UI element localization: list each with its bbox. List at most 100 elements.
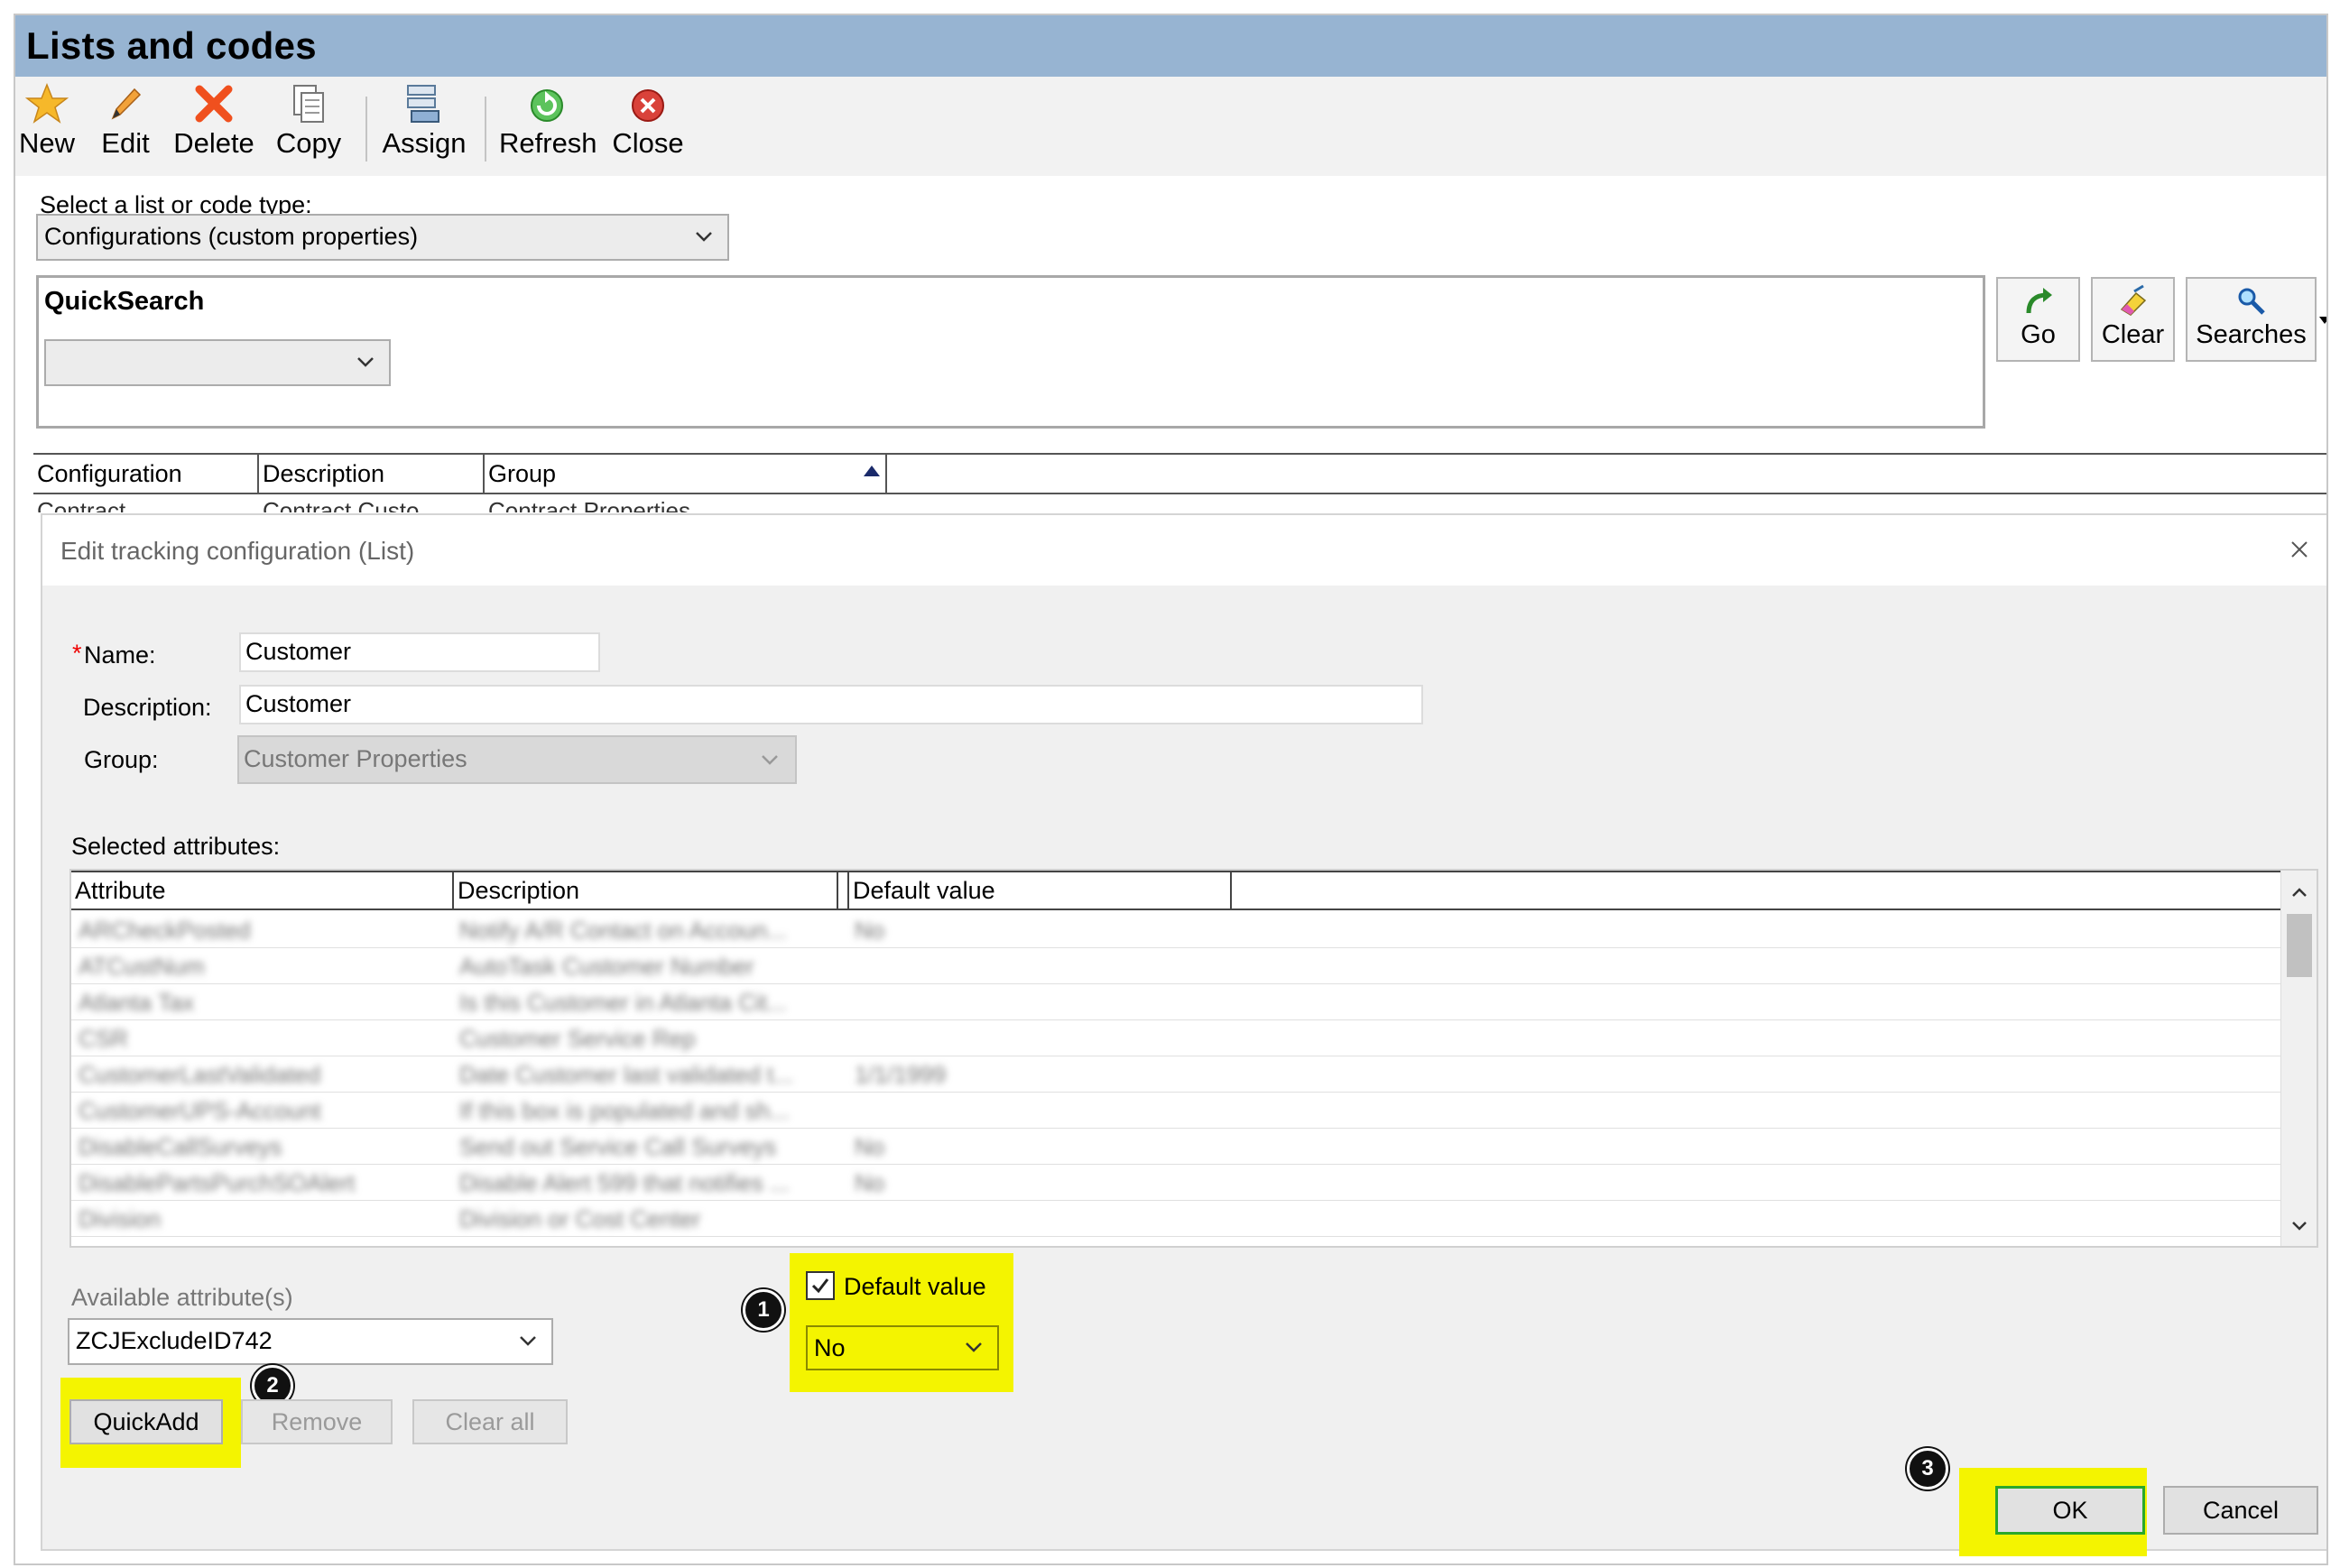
edit-button[interactable]: Edit [98, 82, 153, 172]
copy-button[interactable]: Copy [268, 82, 349, 172]
chevron-up-icon[interactable] [2289, 881, 2310, 903]
toolbar-separator [485, 97, 486, 161]
grid-row-peek: Contract Properties [488, 497, 690, 512]
delete-button[interactable]: Delete [169, 82, 259, 172]
toolbar: New Edit Delete Copy Assign Refresh Clos… [15, 77, 2326, 176]
selected-attributes-grid: Attribute Description Default value ARCh… [69, 869, 2318, 1248]
edit-tracking-configuration-dialog: Edit tracking configuration (List) * Nam… [41, 513, 2326, 1556]
attribute-default-cell: Disabled [855, 1237, 1107, 1246]
searches-label: Searches [2196, 320, 2307, 349]
attribute-cell: EMC Toner Level Alert [79, 1237, 439, 1246]
default-value-select-value: No [814, 1334, 846, 1361]
default-value-select[interactable]: No [806, 1325, 999, 1370]
assign-icon [407, 85, 439, 123]
go-arrow-icon [2026, 288, 2052, 314]
quicksearch-select[interactable] [44, 339, 391, 386]
attribute-row[interactable]: ATCustNum AutoTask Customer Number [71, 948, 2282, 984]
close-button[interactable]: Close [611, 82, 685, 172]
close-icon[interactable] [2281, 531, 2317, 567]
quickadd-button[interactable]: QuickAdd [69, 1399, 223, 1444]
column-configuration[interactable]: Configuration [33, 455, 259, 493]
go-label: Go [2021, 320, 2056, 349]
description-label: Description: [83, 694, 212, 721]
copy-icon [293, 85, 324, 123]
column-attribute[interactable]: Attribute [71, 872, 454, 909]
column-resize-handle[interactable] [838, 872, 849, 909]
attribute-cell: CustomerUPS-Account [79, 1097, 321, 1124]
configuration-grid-header: Configuration Description Group [33, 453, 2326, 494]
name-field[interactable]: Customer [239, 632, 600, 672]
scrollbar-thumb[interactable] [2287, 914, 2312, 977]
attribute-cell: Atlanta Tax [79, 989, 195, 1016]
attribute-description-cell: Send out Service Call Surveys [459, 1133, 777, 1160]
attribute-row[interactable]: Division Division or Cost Center [71, 1201, 2282, 1237]
edit-label: Edit [101, 127, 150, 159]
available-attributes-label: Available attribute(s) [71, 1284, 293, 1311]
attribute-row[interactable]: DisableCallSurveys Send out Service Call … [71, 1129, 2282, 1165]
attribute-default-cell: 1/1/1999 [855, 1061, 947, 1088]
cancel-button[interactable]: Cancel [2163, 1486, 2318, 1535]
go-button[interactable]: Go [1996, 277, 2080, 362]
chevron-down-icon [966, 1342, 982, 1352]
attribute-cell: ATCustNum [79, 953, 205, 980]
available-attributes-select[interactable]: ZCJExcludeID742 [68, 1318, 553, 1365]
attribute-row[interactable]: CustomerUPS-Account If this box is popula… [71, 1093, 2282, 1129]
assign-label: Assign [382, 127, 467, 159]
star-icon [25, 82, 69, 124]
group-value: Customer Properties [244, 745, 467, 772]
description-field[interactable]: Customer [239, 685, 1423, 724]
searches-button[interactable]: Searches [2186, 277, 2317, 362]
checkmark-icon [811, 1278, 829, 1294]
title-bar: Lists and codes [15, 15, 2326, 77]
refresh-button[interactable]: Refresh [499, 82, 597, 172]
attribute-row[interactable]: CustomerLastValidated Date Customer last … [71, 1056, 2282, 1093]
default-value-label: Default value [844, 1273, 986, 1300]
dialog-header: Edit tracking configuration (List) [42, 515, 2326, 586]
list-type-value: Configurations (custom properties) [44, 223, 419, 250]
remove-button[interactable]: Remove [241, 1399, 393, 1444]
column-attribute-description[interactable]: Description [454, 872, 838, 909]
attribute-description-cell: Disable Alert 599 that notifies ... [459, 1169, 790, 1196]
attribute-cell: ARCheckPosted [79, 917, 251, 944]
clear-label: Clear [2101, 320, 2165, 349]
more-dropdown-icon[interactable] [2319, 313, 2328, 327]
attribute-row[interactable]: EMC Toner Level Alert Turn On SOS Toner L… [71, 1237, 2282, 1246]
available-attributes-value: ZCJExcludeID742 [76, 1327, 273, 1354]
clear-all-button[interactable]: Clear all [412, 1399, 568, 1444]
chevron-down-icon [762, 755, 778, 765]
selected-attributes-label: Selected attributes: [71, 833, 281, 860]
attribute-description-cell: Customer Service Rep [459, 1025, 696, 1052]
list-type-select[interactable]: Configurations (custom properties) [36, 214, 729, 261]
new-button[interactable]: New [17, 82, 77, 172]
column-group-label: Group [488, 460, 557, 487]
callout-3: 3 [1907, 1448, 1948, 1490]
new-label: New [18, 127, 75, 159]
quicksearch-title: QuickSearch [44, 287, 205, 316]
assign-button[interactable]: Assign [380, 82, 468, 172]
column-group[interactable]: Group [485, 455, 887, 493]
group-label: Group: [84, 746, 159, 773]
attribute-default-cell: No [855, 1169, 885, 1196]
lists-and-codes-window: Lists and codes New Edit Delete Copy Ass… [14, 14, 2328, 1565]
grid-row-peek: Contract [37, 497, 126, 512]
attribute-row[interactable]: CSR Customer Service Rep [71, 1020, 2282, 1056]
attribute-description-cell: Date Customer last validated t... [459, 1061, 793, 1088]
attribute-row[interactable]: Atlanta Tax Is this Customer in Atlanta C… [71, 984, 2282, 1020]
attribute-cell: DisableCallSurveys [79, 1133, 282, 1160]
chevron-down-icon[interactable] [2289, 1215, 2310, 1237]
name-label: Name: [84, 641, 156, 669]
attribute-row[interactable]: DisablePartsPurchSOAlert Disable Alert 59… [71, 1165, 2282, 1201]
window-title: Lists and codes [26, 24, 317, 67]
callout-1: 1 [743, 1289, 784, 1331]
attribute-row[interactable]: ARCheckPosted Notify A/R Contact on Accou… [71, 912, 2282, 948]
grid-row-peek: Contract Custo [263, 497, 420, 512]
clear-button[interactable]: Clear [2091, 277, 2175, 362]
dialog-title: Edit tracking configuration (List) [60, 537, 415, 565]
column-description[interactable]: Description [259, 455, 485, 493]
attributes-scrollbar[interactable] [2280, 871, 2317, 1246]
default-value-checkbox[interactable] [806, 1271, 835, 1300]
refresh-label: Refresh [499, 127, 597, 159]
column-default-value[interactable]: Default value [849, 872, 1232, 909]
attribute-cell: CustomerLastValidated [79, 1061, 321, 1088]
ok-button[interactable]: OK [1995, 1486, 2145, 1535]
